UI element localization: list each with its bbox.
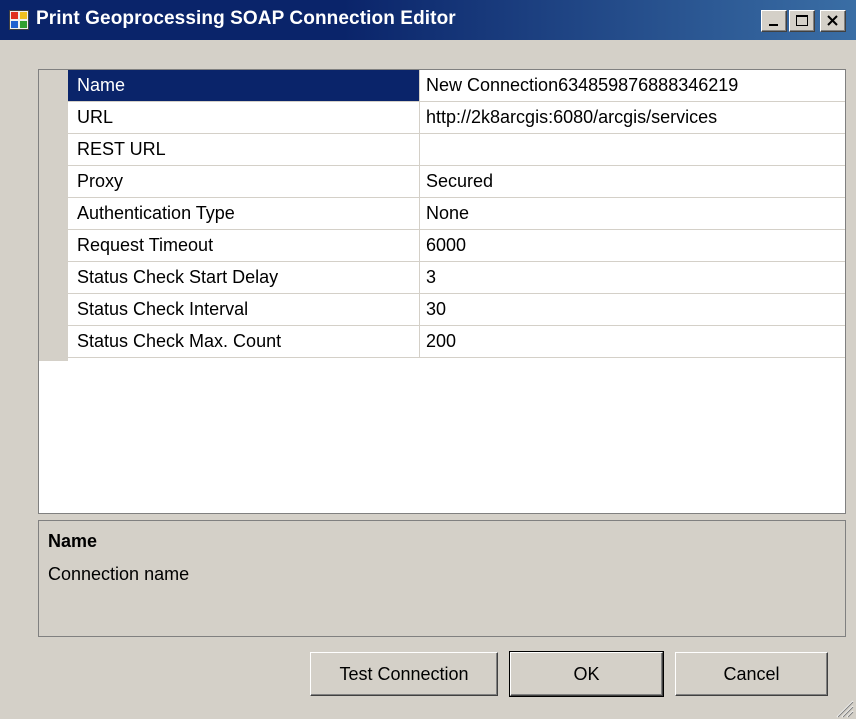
property-value[interactable]: 6000 [420,230,845,261]
property-name[interactable]: Status Check Start Delay [68,262,420,293]
property-row-rest-url[interactable]: REST URL [68,134,845,166]
property-name[interactable]: Authentication Type [68,198,420,229]
property-row-status-check-max-count[interactable]: Status Check Max. Count 200 [68,326,845,358]
dialog-window: Print Geoprocessing SOAP Connection Edit… [0,0,856,719]
property-name[interactable]: Request Timeout [68,230,420,261]
window-title: Print Geoprocessing SOAP Connection Edit… [36,8,456,29]
resize-grip-icon[interactable] [832,696,854,718]
property-name[interactable]: Proxy [68,166,420,197]
property-name[interactable]: REST URL [68,134,420,165]
property-grid[interactable]: Name New Connection634859876888346219 UR… [38,69,846,514]
property-row-proxy[interactable]: Proxy Secured [68,166,845,198]
property-row-request-timeout[interactable]: Request Timeout 6000 [68,230,845,262]
close-button[interactable] [820,10,846,32]
minimize-icon [769,24,778,26]
maximize-icon [796,15,808,26]
property-value[interactable] [420,134,845,165]
title-bar[interactable]: Print Geoprocessing SOAP Connection Edit… [0,0,856,40]
property-name[interactable]: Name [68,70,420,101]
property-value[interactable]: New Connection634859876888346219 [420,70,845,101]
property-value[interactable]: 200 [420,326,845,357]
maximize-button[interactable] [789,10,815,32]
help-title: Name [48,531,98,551]
property-grid-margin [39,70,68,361]
property-row-url[interactable]: URL http://2k8arcgis:6080/arcgis/service… [68,102,845,134]
test-connection-button[interactable]: Test Connection [310,652,498,696]
ok-button[interactable]: OK [509,651,664,697]
property-row-authentication-type[interactable]: Authentication Type None [68,198,845,230]
property-name[interactable]: Status Check Max. Count [68,326,420,357]
property-value[interactable]: Secured [420,166,845,197]
property-row-status-check-interval[interactable]: Status Check Interval 30 [68,294,845,326]
property-row-status-check-start-delay[interactable]: Status Check Start Delay 3 [68,262,845,294]
property-name[interactable]: Status Check Interval [68,294,420,325]
property-value[interactable]: http://2k8arcgis:6080/arcgis/services [420,102,845,133]
property-help-panel: Name Connection name [38,520,846,637]
property-name[interactable]: URL [68,102,420,133]
property-value[interactable]: 3 [420,262,845,293]
property-value[interactable]: 30 [420,294,845,325]
close-icon [827,15,838,26]
minimize-button[interactable] [761,10,787,32]
help-description: Connection name [48,564,190,584]
property-row-name[interactable]: Name New Connection634859876888346219 [68,70,845,102]
app-window-icon[interactable] [9,10,29,30]
property-value[interactable]: None [420,198,845,229]
property-grid-rows: Name New Connection634859876888346219 UR… [68,70,845,358]
cancel-button[interactable]: Cancel [675,652,828,696]
